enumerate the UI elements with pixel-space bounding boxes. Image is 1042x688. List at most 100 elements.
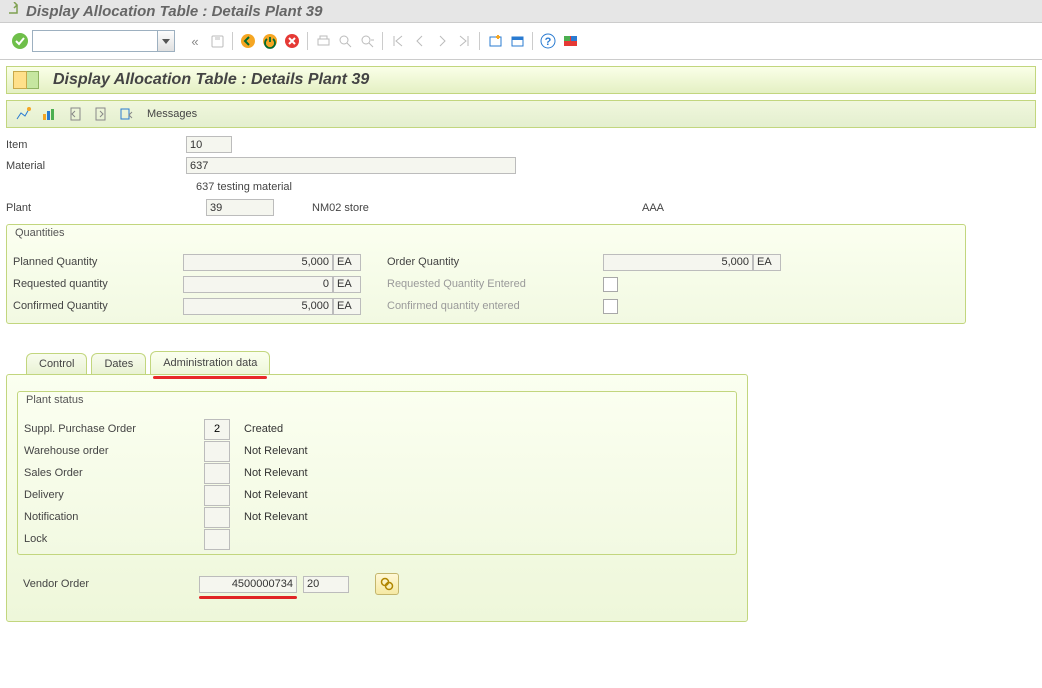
plant-label: Plant: [6, 202, 206, 214]
dl-label: Delivery: [24, 489, 204, 501]
req-entered-label: Requested Quantity Entered: [387, 278, 603, 290]
lk-value: [204, 529, 230, 550]
requested-qty-field: [183, 276, 333, 293]
item-label: Item: [6, 139, 186, 151]
order-qty-uom: [753, 254, 781, 271]
confirmed-qty-field: [183, 298, 333, 315]
quantities-group: Quantities Planned Quantity Order Quanti…: [6, 224, 966, 324]
tab-control[interactable]: Control: [26, 353, 87, 374]
help-icon[interactable]: ?: [538, 31, 558, 51]
command-field[interactable]: [32, 30, 158, 52]
wh-value: [204, 441, 230, 462]
dl-value: [204, 485, 230, 506]
item-field: [186, 136, 232, 153]
tab-administration-data[interactable]: Administration data: [150, 351, 270, 374]
shortcut-icon[interactable]: [507, 31, 527, 51]
window-menu-icon[interactable]: [6, 2, 20, 20]
plant-description: NM02 store: [312, 202, 642, 214]
nt-text: Not Relevant: [244, 511, 308, 523]
chart-icon[interactable]: [39, 104, 59, 124]
annotation-underline: [153, 376, 267, 379]
plant-extra: AAA: [642, 202, 664, 214]
overview-icon[interactable]: [13, 104, 33, 124]
vendor-order-field: [199, 576, 297, 593]
history-back-icon[interactable]: «: [185, 31, 205, 51]
cancel-icon[interactable]: [282, 31, 302, 51]
display-document-button[interactable]: [375, 573, 399, 595]
spo-text: Created: [244, 423, 283, 435]
back-icon[interactable]: [238, 31, 258, 51]
requested-qty-uom: [333, 276, 361, 293]
window-titlebar: Display Allocation Table : Details Plant…: [0, 0, 1042, 23]
content-area: Item Material 637 testing material Plant…: [6, 134, 1036, 622]
wh-label: Warehouse order: [24, 445, 204, 457]
separator: [232, 32, 233, 50]
chevron-down-icon: [162, 39, 170, 44]
so-label: Sales Order: [24, 467, 204, 479]
tab-bar: Control Dates Administration data: [6, 352, 1036, 374]
command-field-dropdown[interactable]: [158, 30, 175, 52]
planned-qty-uom: [333, 254, 361, 271]
doc-prev-icon[interactable]: [65, 104, 85, 124]
page-title-bar: Display Allocation Table : Details Plant…: [6, 66, 1036, 94]
nt-label: Notification: [24, 511, 204, 523]
tab-dates[interactable]: Dates: [91, 353, 146, 374]
tab-pane-admin: Plant status Suppl. Purchase Order Creat…: [6, 374, 748, 622]
vendor-order-label: Vendor Order: [23, 578, 199, 590]
spo-label: Suppl. Purchase Order: [24, 423, 204, 435]
plant-status-title: Plant status: [18, 392, 736, 416]
wh-text: Not Relevant: [244, 445, 308, 457]
new-session-icon[interactable]: [485, 31, 505, 51]
system-toolbar: « ?: [0, 23, 1042, 60]
next-page-icon: [432, 31, 452, 51]
messages-button[interactable]: Messages: [147, 108, 197, 120]
layout-icon[interactable]: [560, 31, 580, 51]
print-icon: [313, 31, 333, 51]
conf-entered-checkbox: [603, 299, 618, 314]
find-next-icon: [357, 31, 377, 51]
first-page-icon: [388, 31, 408, 51]
application-toolbar: Messages: [6, 100, 1036, 128]
requested-qty-label: Requested quantity: [13, 278, 183, 290]
nt-value: [204, 507, 230, 528]
material-field: [186, 157, 516, 174]
confirmed-qty-label: Confirmed Quantity: [13, 300, 183, 312]
svg-text:?: ?: [545, 36, 552, 48]
so-value: [204, 463, 230, 484]
save-icon: [207, 31, 227, 51]
services-icon[interactable]: [117, 104, 137, 124]
order-qty-label: Order Quantity: [387, 256, 603, 268]
vendor-order-row: Vendor Order: [17, 573, 737, 595]
window-title: Display Allocation Table : Details Plant…: [26, 3, 322, 20]
enter-button[interactable]: [10, 31, 30, 51]
lk-label: Lock: [24, 533, 204, 545]
annotation-underline: [199, 596, 297, 599]
prev-page-icon: [410, 31, 430, 51]
last-page-icon: [454, 31, 474, 51]
command-field-combo[interactable]: [32, 30, 175, 52]
separator: [307, 32, 308, 50]
material-label: Material: [6, 160, 186, 172]
material-description: 637 testing material: [196, 181, 292, 193]
page-title-icon: [13, 71, 39, 89]
plant-field: [206, 199, 274, 216]
separator: [479, 32, 480, 50]
separator: [532, 32, 533, 50]
planned-qty-field: [183, 254, 333, 271]
planned-qty-label: Planned Quantity: [13, 256, 183, 268]
plant-status-group: Plant status Suppl. Purchase Order Creat…: [17, 391, 737, 555]
quantities-title: Quantities: [7, 225, 965, 249]
detail-tabstrip: Control Dates Administration data Plant …: [6, 352, 1036, 622]
separator: [382, 32, 383, 50]
req-entered-checkbox: [603, 277, 618, 292]
spo-value: [204, 419, 230, 440]
confirmed-qty-uom: [333, 298, 361, 315]
find-icon: [335, 31, 355, 51]
dl-text: Not Relevant: [244, 489, 308, 501]
doc-next-icon[interactable]: [91, 104, 111, 124]
page-title: Display Allocation Table : Details Plant…: [53, 71, 369, 89]
vendor-order-item-field: [303, 576, 349, 593]
so-text: Not Relevant: [244, 467, 308, 479]
exit-icon[interactable]: [260, 31, 280, 51]
order-qty-field: [603, 254, 753, 271]
